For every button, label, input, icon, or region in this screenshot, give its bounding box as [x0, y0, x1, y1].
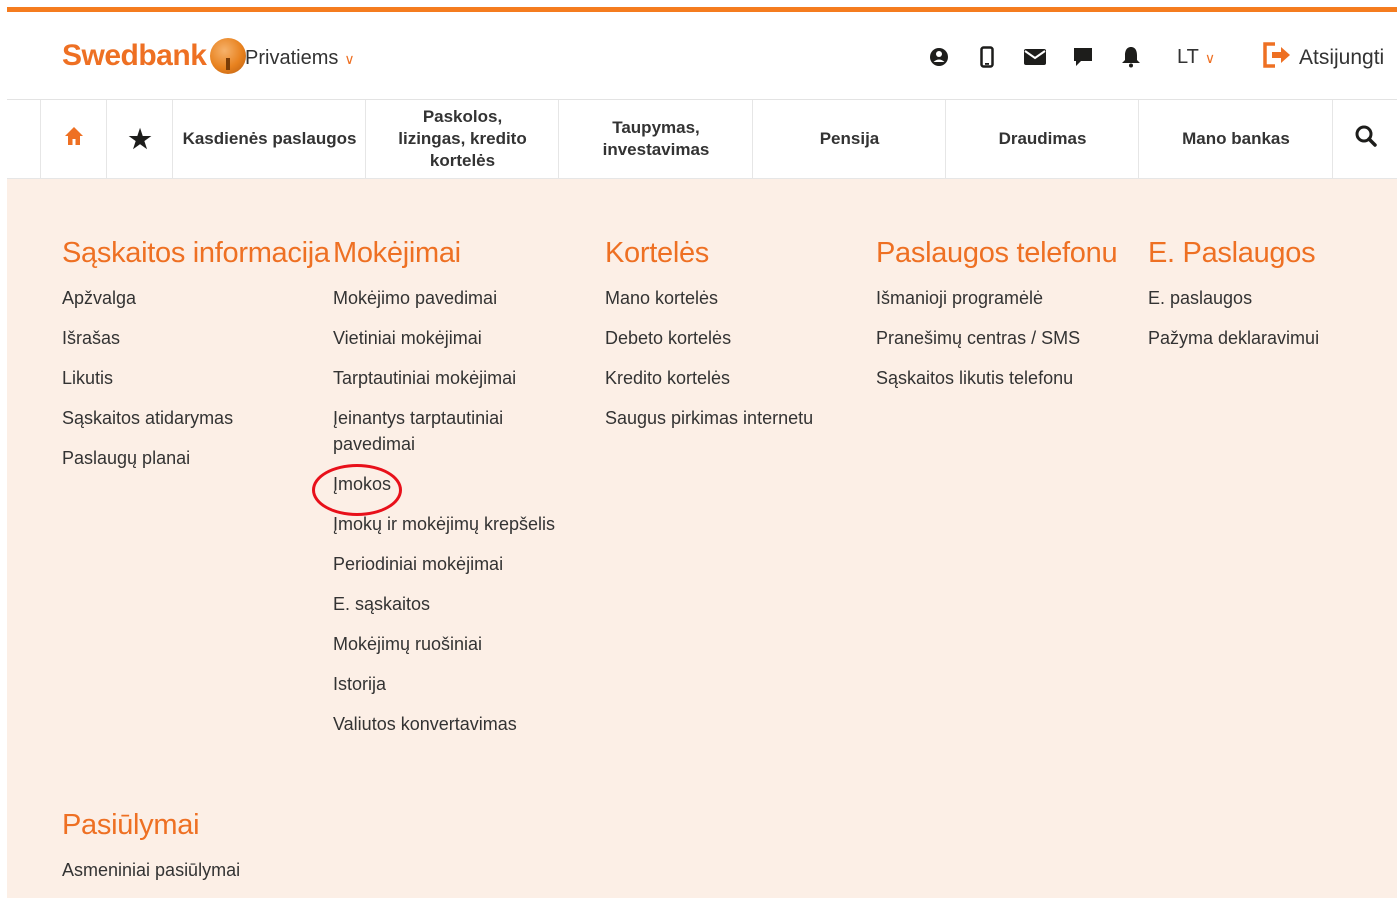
menu-link[interactable]: Sąskaitos atidarymas [62, 405, 330, 431]
segment-selector[interactable]: Privatiems ∨ [245, 47, 355, 70]
language-label: LT [1177, 46, 1199, 68]
nav-home[interactable] [40, 100, 107, 178]
menu-link[interactable]: Istorija [333, 671, 563, 697]
menu-link[interactable]: Debeto kortelės [605, 325, 813, 351]
menu-link[interactable]: Kredito kortelės [605, 365, 813, 391]
column-title: Sąskaitos informacija [62, 237, 330, 269]
menu-link[interactable]: Išmanioji programėlė [876, 285, 1117, 311]
menu-link[interactable]: Valiutos konvertavimas [333, 711, 563, 737]
menu-link[interactable]: Mano kortelės [605, 285, 813, 311]
menu-link[interactable]: Mokėjimų ruošiniai [333, 631, 563, 657]
menu-link[interactable]: Periodiniai mokėjimai [333, 551, 563, 577]
chevron-down-icon: ∨ [344, 51, 355, 67]
menu-link[interactable]: Įeinantys tarptautiniai pavedimai [333, 405, 513, 457]
mail-icon[interactable] [1023, 44, 1047, 70]
nav-item-label: Pensija [819, 129, 880, 148]
nav-item-label: Paskolos, lizingas, kredito kortelės [398, 107, 527, 170]
menu-link[interactable]: Tarptautiniai mokėjimai [333, 365, 563, 391]
segment-label: Privatiems [245, 47, 339, 69]
menu-link[interactable]: Pažyma deklaravimui [1148, 325, 1319, 351]
menu-link[interactable]: Išrašas [62, 325, 330, 351]
chat-icon[interactable] [1071, 44, 1095, 70]
menu-link[interactable]: Likutis [62, 365, 330, 391]
mobile-icon[interactable] [975, 44, 999, 70]
nav-mano-bankas[interactable]: Mano bankas [1138, 100, 1333, 178]
column-title: E. Paslaugos [1148, 237, 1316, 269]
nav-taupymas[interactable]: Taupymas, investavimas [558, 100, 753, 178]
menu-column-korteles: Kortelės Mano kortelės Debeto kortelės K… [605, 235, 813, 445]
highlight-annotation-circle [312, 464, 402, 516]
chevron-down-icon: ∨ [1204, 50, 1216, 66]
brand-name: Swedbank [62, 39, 207, 72]
swedbank-logo[interactable]: Swedbank [62, 38, 247, 74]
menu-column-e-paslaugos: E. Paslaugos E. paslaugos Pažyma deklara… [1148, 235, 1319, 365]
nav-item-label: Mano bankas [1182, 129, 1290, 148]
menu-link[interactable]: Apžvalga [62, 285, 330, 311]
search-button[interactable] [1332, 100, 1397, 178]
menu-column-saskaitos: Sąskaitos informacija Apžvalga Išrašas L… [62, 235, 330, 485]
nav-item-label: Draudimas [998, 129, 1087, 148]
search-icon [1354, 124, 1378, 154]
menu-link[interactable]: Paslaugų planai [62, 445, 330, 471]
nav-item-label: Taupymas, investavimas [602, 118, 710, 159]
site-header: Swedbank Privatiems ∨ LT ∨ Atsijungti [7, 12, 1397, 100]
column-title: Pasiūlymai [62, 809, 200, 841]
mega-menu-panel: Sąskaitos informacija Apžvalga Išrašas L… [7, 179, 1397, 898]
nav-pensija[interactable]: Pensija [752, 100, 946, 178]
column-title: Mokėjimai [333, 237, 461, 269]
column-title: Kortelės [605, 237, 709, 269]
user-icon[interactable] [927, 44, 951, 70]
star-icon: ★ [128, 124, 152, 154]
menu-link[interactable]: Asmeniniai pasiūlymai [62, 857, 240, 883]
menu-link[interactable]: E. paslaugos [1148, 285, 1319, 311]
menu-link[interactable]: Saugus pirkimas internetu [605, 405, 813, 431]
home-icon [63, 125, 85, 153]
column-title: Paslaugos telefonu [876, 237, 1118, 269]
nav-favorites[interactable]: ★ [106, 100, 173, 178]
bell-icon[interactable] [1119, 44, 1143, 70]
nav-item-label: Kasdienės paslaugos [182, 129, 357, 148]
menu-column-pasiulymai: Pasiūlymai Asmeniniai pasiūlymai [62, 807, 240, 897]
logout-button[interactable]: Atsijungti [1263, 42, 1384, 74]
logout-label: Atsijungti [1299, 46, 1385, 69]
menu-column-telefonu: Paslaugos telefonu Išmanioji programėlė … [876, 235, 1118, 405]
menu-link[interactable]: Mokėjimo pavedimai [333, 285, 563, 311]
menu-link[interactable]: Vietiniai mokėjimai [333, 325, 563, 351]
oak-tree-logo-icon [210, 38, 247, 74]
menu-link[interactable]: Pranešimų centras / SMS [876, 325, 1117, 351]
language-selector[interactable]: LT ∨ [1177, 46, 1215, 69]
nav-kasdienes-paslaugos[interactable]: Kasdienės paslaugos [172, 100, 366, 178]
logout-icon [1263, 42, 1293, 74]
menu-link[interactable]: E. sąskaitos [333, 591, 563, 617]
nav-paskolos[interactable]: Paskolos, lizingas, kredito kortelės [365, 100, 559, 178]
main-navigation: ★ Kasdienės paslaugos Paskolos, lizingas… [7, 100, 1397, 179]
menu-link[interactable]: Sąskaitos likutis telefonu [876, 365, 1117, 391]
nav-draudimas[interactable]: Draudimas [945, 100, 1139, 178]
